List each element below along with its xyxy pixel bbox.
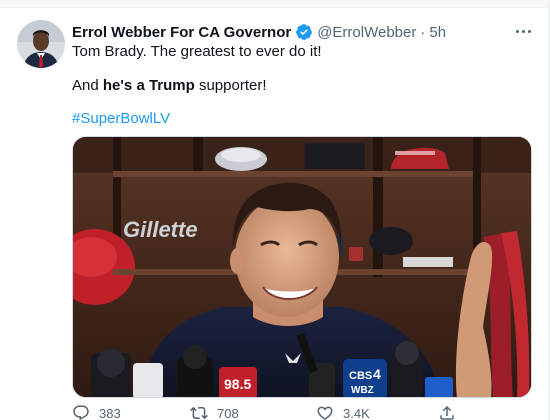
avatar[interactable]: [17, 20, 65, 68]
text-bold: he's a Trump: [102, 77, 195, 94]
timeline-divider: [0, 0, 550, 8]
reply-button[interactable]: 383: [72, 402, 121, 420]
reply-count: 383: [99, 405, 121, 420]
handle[interactable]: @ErrolWebber: [317, 24, 416, 41]
hashtag-link[interactable]: #SuperBowlLV: [72, 109, 170, 129]
more-dots-icon[interactable]: [508, 20, 538, 42]
text-segment: And: [72, 77, 103, 94]
tweet-header: Errol Webber For CA Governor @ErrolWebbe…: [72, 22, 446, 42]
retweet-icon: [190, 406, 208, 420]
tweet-image[interactable]: Gillette 98.5 CBS 4 WBZ: [72, 136, 532, 398]
share-icon: [440, 405, 454, 420]
reply-icon: [73, 405, 89, 420]
tweet-card[interactable]: Errol Webber For CA Governor @ErrolWebbe…: [0, 8, 548, 420]
mic-label: CBS: [349, 370, 372, 382]
heart-icon: [317, 406, 333, 420]
tweet-text-line-1: Tom Brady. The greatest to ever do it!: [72, 43, 322, 60]
verified-badge-icon: [295, 23, 313, 41]
text-segment: supporter!: [194, 77, 267, 94]
mic-label: WBZ: [351, 385, 374, 396]
retweet-button[interactable]: 708: [190, 402, 239, 420]
retweet-count: 708: [217, 405, 239, 420]
share-button[interactable]: [438, 402, 456, 420]
locker-brand: Gillette: [123, 217, 198, 242]
like-count: 3.4K: [343, 405, 370, 420]
tweet-actions: 383 708 3.4K: [72, 402, 472, 420]
timestamp[interactable]: 5h: [429, 24, 446, 41]
display-name[interactable]: Errol Webber For CA Governor: [72, 24, 291, 41]
tweet-text-line-2: And he's a Trump supporter!: [72, 76, 267, 96]
mic-label: 4: [373, 366, 381, 382]
separator-dot: ·: [420, 23, 426, 41]
mic-label: 98.5: [224, 376, 251, 392]
like-button[interactable]: 3.4K: [316, 402, 370, 420]
